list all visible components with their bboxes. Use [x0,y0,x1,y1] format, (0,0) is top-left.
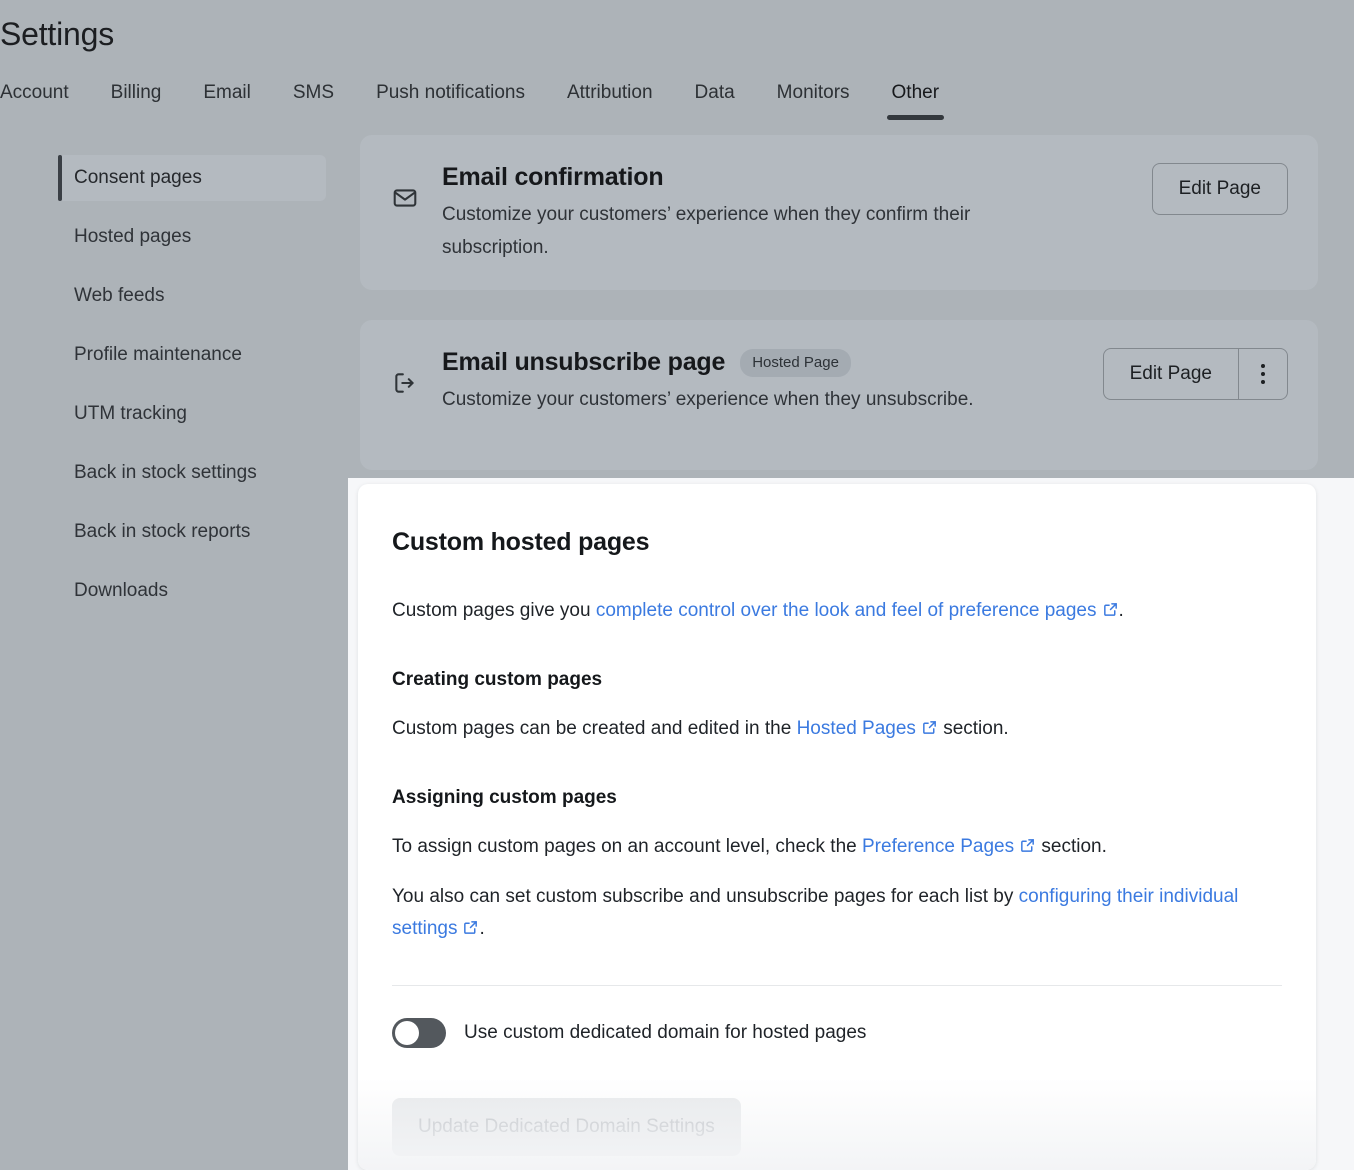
edit-page-button[interactable]: Edit Page [1152,163,1288,215]
edit-page-button[interactable]: Edit Page [1103,348,1238,400]
assign-suffix-text: section. [1036,836,1107,857]
status-badge: Hosted Page [740,349,851,377]
page-header: Settings Account Billing Email SMS Push … [0,0,1354,130]
external-link-icon [1019,833,1036,865]
toggle-label: Use custom dedicated domain for hosted p… [464,1022,866,1044]
tab-billing[interactable]: Billing [90,76,183,126]
sidebar-item-label: UTM tracking [74,403,187,425]
card-email-unsubscribe-page: Email unsubscribe page Hosted Page Custo… [360,320,1318,470]
tab-push-notifications[interactable]: Push notifications [355,76,546,126]
dedicated-domain-toggle-row: Use custom dedicated domain for hosted p… [392,1018,1282,1048]
external-link-icon [1102,597,1119,629]
sidebar-item-back-in-stock-reports[interactable]: Back in stock reports [0,509,330,555]
update-dedicated-domain-settings-button[interactable]: Update Dedicated Domain Settings [392,1098,741,1156]
lists-prefix-text: You also can set custom subscribe and un… [392,886,1019,907]
sidebar-item-downloads[interactable]: Downloads [0,568,330,614]
card-description: Customize your customers’ experience whe… [442,198,1082,264]
preference-pages-link[interactable]: Preference Pages [862,836,1036,857]
tab-other[interactable]: Other [871,76,961,126]
card-title: Email unsubscribe page [442,348,725,377]
kebab-dot [1261,364,1265,368]
hosted-pages-link[interactable]: Hosted Pages [797,718,938,739]
creating-suffix-text: section. [938,718,1009,739]
tab-attribution[interactable]: Attribution [546,76,674,126]
link-label: Preference Pages [862,836,1014,857]
tab-sms[interactable]: SMS [272,76,355,126]
section-divider [392,985,1282,986]
card-title: Email confirmation [442,163,663,192]
card-actions: Edit Page [1152,163,1288,215]
per-list-paragraph: You also can set custom subscribe and un… [392,881,1282,947]
external-link-icon [462,915,479,947]
sidebar-item-utm-tracking[interactable]: UTM tracking [0,391,330,437]
sidebar-item-label: Hosted pages [74,226,191,248]
lists-suffix-text: . [479,918,484,939]
card-email-confirmation: Email confirmation Customize your custom… [360,135,1318,290]
tab-account[interactable]: Account [0,76,90,126]
sidebar-item-label: Back in stock reports [74,521,250,543]
kebab-dot [1261,372,1265,376]
consent-pages-card-list: Email confirmation Customize your custom… [360,135,1318,500]
intro-prefix-text: Custom pages give you [392,600,596,621]
sidebar-item-hosted-pages[interactable]: Hosted pages [0,214,330,260]
intro-suffix-text: . [1119,600,1124,621]
sidebar-item-label: Back in stock settings [74,462,257,484]
assigning-custom-pages-heading: Assigning custom pages [392,787,1282,809]
toggle-knob [395,1021,419,1045]
sidebar-item-web-feeds[interactable]: Web feeds [0,273,330,319]
link-label: complete control over the look and feel … [596,600,1097,621]
custom-hosted-pages-panel: Custom hosted pages Custom pages give yo… [358,484,1316,1170]
envelope-icon [390,185,420,211]
sidebar-item-label: Web feeds [74,285,164,307]
kebab-dot [1261,380,1265,384]
tab-email[interactable]: Email [182,76,272,126]
card-description: Customize your customers’ experience whe… [442,383,1082,416]
intro-paragraph: Custom pages give you complete control o… [392,595,1282,629]
card-actions: Edit Page [1103,348,1288,400]
tab-monitors[interactable]: Monitors [756,76,871,126]
complete-control-link[interactable]: complete control over the look and feel … [596,600,1119,621]
external-link-icon [921,715,938,747]
sidebar-item-back-in-stock-settings[interactable]: Back in stock settings [0,450,330,496]
link-label: Hosted Pages [797,718,916,739]
sidebar-item-label: Downloads [74,580,168,602]
assigning-paragraph: To assign custom pages on an account lev… [392,831,1282,865]
sidebar-item-label: Profile maintenance [74,344,242,366]
creating-prefix-text: Custom pages can be created and edited i… [392,718,797,739]
more-options-kebab-icon[interactable] [1238,348,1288,400]
use-custom-dedicated-domain-toggle[interactable] [392,1018,446,1048]
panel-title: Custom hosted pages [392,528,1282,557]
assign-prefix-text: To assign custom pages on an account lev… [392,836,862,857]
sidebar-item-label: Consent pages [74,167,202,189]
creating-custom-pages-heading: Creating custom pages [392,669,1282,691]
sidebar-item-profile-maintenance[interactable]: Profile maintenance [0,332,330,378]
tab-data[interactable]: Data [674,76,756,126]
sidebar-item-consent-pages[interactable]: Consent pages [58,155,326,201]
settings-sidebar: Consent pages Hosted pages Web feeds Pro… [0,155,330,627]
settings-tabbar: Account Billing Email SMS Push notificat… [0,76,960,130]
exit-arrow-icon [390,370,420,396]
page-title: Settings [0,16,114,53]
creating-paragraph: Custom pages can be created and edited i… [392,713,1282,747]
